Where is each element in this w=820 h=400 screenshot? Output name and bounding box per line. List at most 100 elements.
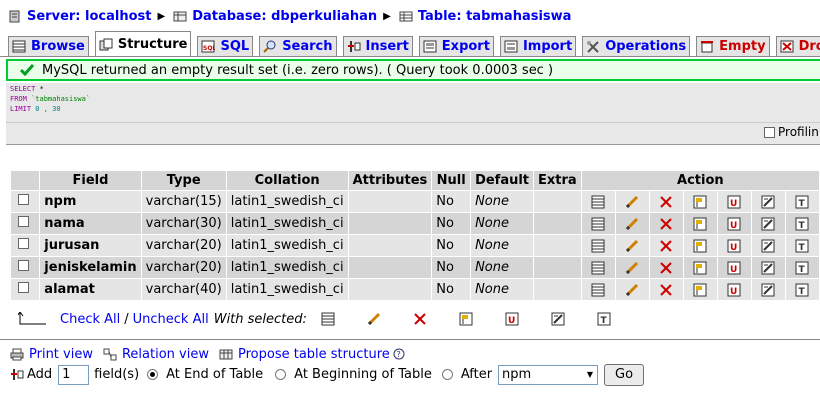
- fulltext-icon[interactable]: T: [795, 194, 809, 209]
- drop-column-icon[interactable]: [659, 216, 673, 231]
- propose-structure-link[interactable]: Propose table structure ?: [219, 347, 405, 362]
- tab-structure[interactable]: Structure: [94, 31, 192, 56]
- with-selected-drop-column-icon[interactable]: [413, 311, 427, 326]
- index-icon[interactable]: [761, 260, 775, 275]
- relation-view-link[interactable]: Relation view: [103, 347, 209, 362]
- row-checkbox[interactable]: [18, 238, 30, 249]
- primary-key-icon[interactable]: [693, 282, 707, 297]
- drop-column-icon[interactable]: [659, 260, 673, 275]
- action-cell[interactable]: [615, 257, 649, 278]
- unique-icon[interactable]: U: [727, 282, 741, 297]
- action-cell[interactable]: [649, 279, 683, 300]
- action-cell[interactable]: [751, 279, 785, 300]
- row-checkbox-cell[interactable]: [11, 235, 40, 256]
- unique-icon[interactable]: U: [727, 194, 741, 209]
- action-cell[interactable]: [581, 191, 615, 212]
- tab-search[interactable]: Search: [259, 36, 337, 56]
- drop-column-icon[interactable]: [659, 238, 673, 253]
- browse-distinct-icon[interactable]: [591, 238, 605, 253]
- print-view-link[interactable]: Print view: [10, 347, 93, 362]
- action-cell[interactable]: [751, 191, 785, 212]
- with-selected-browse-distinct-icon[interactable]: [321, 311, 335, 326]
- profiling-checkbox[interactable]: [764, 126, 775, 138]
- at-beginning-label[interactable]: At Beginning of Table: [294, 367, 432, 382]
- after-column-select[interactable]: npm: [498, 364, 599, 385]
- profiling-option[interactable]: Profilin: [764, 125, 819, 139]
- action-cell[interactable]: T: [785, 235, 819, 256]
- row-checkbox-cell[interactable]: [11, 191, 40, 212]
- tab-export[interactable]: Export: [418, 36, 494, 56]
- action-cell[interactable]: [683, 213, 717, 234]
- index-icon[interactable]: [761, 194, 775, 209]
- tab-operations[interactable]: Operations: [582, 36, 691, 56]
- action-cell[interactable]: [751, 235, 785, 256]
- tab-import[interactable]: Import: [499, 36, 577, 56]
- with-selected-fulltext-icon[interactable]: T: [597, 311, 611, 326]
- with-selected-index-icon[interactable]: [551, 311, 565, 326]
- relation-view-label[interactable]: Relation view: [122, 347, 209, 362]
- action-cell[interactable]: [615, 213, 649, 234]
- drop-column-icon[interactable]: [659, 194, 673, 209]
- action-cell[interactable]: U: [717, 279, 751, 300]
- action-cell[interactable]: [581, 235, 615, 256]
- check-all-link[interactable]: Check All: [60, 312, 120, 327]
- action-cell[interactable]: [751, 257, 785, 278]
- unique-icon[interactable]: U: [727, 216, 741, 231]
- primary-key-icon[interactable]: [693, 194, 707, 209]
- row-checkbox[interactable]: [18, 260, 30, 271]
- action-cell[interactable]: U: [717, 235, 751, 256]
- row-checkbox-cell[interactable]: [11, 213, 40, 234]
- action-cell[interactable]: [683, 235, 717, 256]
- with-selected-unique-icon[interactable]: U: [505, 311, 519, 326]
- action-cell[interactable]: [649, 235, 683, 256]
- index-icon[interactable]: [761, 216, 775, 231]
- action-cell[interactable]: [751, 213, 785, 234]
- action-cell[interactable]: U: [717, 213, 751, 234]
- action-cell[interactable]: [683, 191, 717, 212]
- tab-drop[interactable]: Drop: [775, 36, 820, 56]
- index-icon[interactable]: [761, 238, 775, 253]
- field-count-input[interactable]: 1: [58, 364, 90, 385]
- drop-column-icon[interactable]: [659, 282, 673, 297]
- action-cell[interactable]: T: [785, 191, 819, 212]
- after-radio[interactable]: [441, 369, 453, 380]
- breadcrumb-table-label[interactable]: Table: tabmahasiswa: [418, 9, 572, 24]
- fulltext-icon[interactable]: T: [795, 216, 809, 231]
- tab-empty[interactable]: Empty: [696, 36, 770, 56]
- browse-distinct-icon[interactable]: [591, 194, 605, 209]
- row-checkbox-cell[interactable]: [11, 257, 40, 278]
- action-cell[interactable]: [581, 213, 615, 234]
- browse-distinct-icon[interactable]: [591, 216, 605, 231]
- tab-insert[interactable]: Insert: [342, 36, 413, 56]
- change-icon[interactable]: [625, 260, 639, 275]
- uncheck-all-link[interactable]: Uncheck All: [133, 312, 209, 327]
- row-checkbox-cell[interactable]: [11, 279, 40, 300]
- at-end-radio[interactable]: [147, 369, 159, 380]
- fulltext-icon[interactable]: T: [795, 238, 809, 253]
- primary-key-icon[interactable]: [693, 216, 707, 231]
- action-cell[interactable]: [649, 257, 683, 278]
- fulltext-icon[interactable]: T: [795, 282, 809, 297]
- action-cell[interactable]: T: [785, 279, 819, 300]
- change-icon[interactable]: [625, 216, 639, 231]
- propose-structure-label[interactable]: Propose table structure: [238, 347, 390, 362]
- breadcrumb-database[interactable]: Database: dbperkuliahan: [173, 9, 377, 24]
- go-button[interactable]: Go: [604, 363, 645, 386]
- after-label[interactable]: After: [461, 367, 492, 382]
- row-checkbox[interactable]: [18, 282, 30, 293]
- unique-icon[interactable]: U: [727, 260, 741, 275]
- with-selected-primary-key-icon[interactable]: [459, 311, 473, 326]
- browse-distinct-icon[interactable]: [591, 260, 605, 275]
- at-beginning-radio[interactable]: [275, 369, 287, 380]
- action-cell[interactable]: [683, 279, 717, 300]
- breadcrumb-table[interactable]: Table: tabmahasiswa: [399, 9, 572, 24]
- change-icon[interactable]: [625, 282, 639, 297]
- browse-distinct-icon[interactable]: [591, 282, 605, 297]
- index-icon[interactable]: [761, 282, 775, 297]
- action-cell[interactable]: T: [785, 213, 819, 234]
- breadcrumb-server[interactable]: Server: localhost: [8, 9, 151, 24]
- action-cell[interactable]: [649, 213, 683, 234]
- at-end-label[interactable]: At End of Table: [166, 367, 263, 382]
- change-icon[interactable]: [625, 238, 639, 253]
- help-icon[interactable]: ?: [393, 348, 405, 360]
